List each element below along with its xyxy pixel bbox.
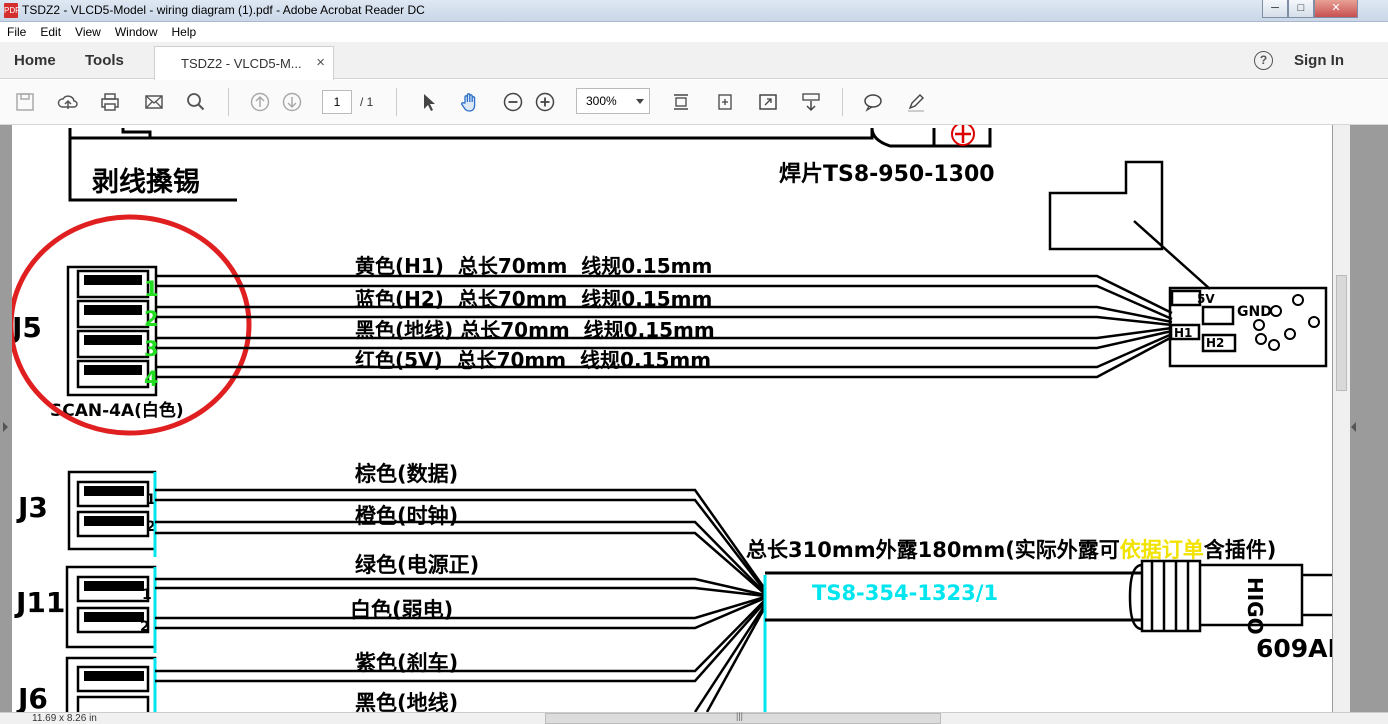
menu-help[interactable]: Help [165,22,204,42]
strip-tin-label: 剥线搡锡 [92,167,200,198]
email-icon[interactable] [142,90,166,114]
sensor-label-5v: 5V [1197,292,1215,306]
search-icon[interactable] [184,90,208,114]
document-tab-label: TSDZ2 - VLCD5-M... [181,56,302,71]
j11-pin-2: 2 [140,619,150,635]
tab-tools[interactable]: Tools [85,52,124,69]
j3-label: J3 [16,491,48,524]
cable-note-part-a: 总长310mm外露180mm(实际外露可 [746,538,1120,562]
print-icon[interactable] [98,90,122,114]
sensor-label-gnd: GND [1237,304,1272,320]
toolbar [0,80,1388,125]
fit-page-icon[interactable] [669,90,693,114]
sensor-label-h2: H2 [1206,336,1224,350]
close-window-button[interactable]: ✕ [1314,0,1358,18]
zoom-value: 300% [586,94,617,108]
zoom-in-icon[interactable] [533,90,557,114]
acrobat-icon: PDF [4,3,20,18]
vertical-scroll-thumb[interactable] [1336,275,1347,391]
help-icon[interactable]: ? [1254,51,1273,70]
menu-edit[interactable]: Edit [33,22,68,42]
sign-in-button[interactable]: Sign In [1294,52,1344,69]
wiring-diagram: 剥线搡锡 焊片TS8-950-1300 J5 1 2 3 4 SCAN-4A(白… [12,125,1332,712]
j11-pin-1: 1 [142,587,152,603]
previous-page-icon[interactable] [248,90,272,114]
vertical-scrollbar[interactable] [1333,125,1350,712]
pdf-page: 剥线搡锡 焊片TS8-950-1300 J5 1 2 3 4 SCAN-4A(白… [12,125,1332,712]
toolbar-separator [396,88,397,116]
full-screen-icon[interactable] [756,90,780,114]
toolbar-separator [842,88,843,116]
cable-note-part-c: 含插件) [1204,538,1277,562]
j6-wire-2-label: 黑色(地线) [355,691,458,712]
scroll-mode-icon[interactable] [799,90,823,114]
maximize-button[interactable]: □ [1288,0,1314,18]
cloud-upload-icon[interactable] [56,90,80,114]
right-pane-toggle-icon[interactable] [1351,422,1356,432]
j5-pin-4: 4 [144,367,159,391]
select-cursor-icon[interactable] [416,90,440,114]
document-view: 剥线搡锡 焊片TS8-950-1300 J5 1 2 3 4 SCAN-4A(白… [0,125,1388,712]
toolbar-separator [228,88,229,116]
sensor-label-h1: H1 [1174,326,1192,340]
zoom-out-icon[interactable] [501,90,525,114]
menu-bar: File Edit View Window Help [0,22,1388,42]
window-title: TSDZ2 - VLCD5-Model - wiring diagram (1)… [22,3,425,17]
j5-wire-4-label: 红色(5V) 总长70mm 线规0.15mm [355,348,711,372]
title-bar: PDF TSDZ2 - VLCD5-Model - wiring diagram… [0,0,1388,22]
comment-icon[interactable] [861,90,885,114]
j5-pin-2: 2 [144,307,159,331]
hand-tool-icon[interactable] [458,90,482,114]
tab-bar: Home Tools TSDZ2 - VLCD5-M... × [0,42,1388,80]
j5-wire-1-label: 黄色(H1) 总长70mm 线规0.15mm [355,254,712,278]
zoom-select[interactable]: 300% [576,88,650,114]
tab-document[interactable]: TSDZ2 - VLCD5-M... × [154,46,334,80]
page-size-label: 11.69 x 8.26 in [32,713,97,724]
menu-file[interactable]: File [0,22,33,42]
j5-wire-2-label: 蓝色(H2) 总长70mm 线规0.15mm [355,287,712,311]
higo-connector-code: HIGO [1243,577,1267,635]
close-tab-icon[interactable]: × [316,54,325,71]
scroll-grip: ||| [736,711,744,721]
minimize-button[interactable]: ─ [1262,0,1288,18]
cable-length-note: 总长310mm外露180mm(实际外露可依据订单含插件) [746,538,1276,562]
page-total: / 1 [360,95,374,109]
menu-view[interactable]: View [68,22,108,42]
j11-wire-2-label: 白色(弱电) [350,598,453,622]
horizontal-scroll-thumb[interactable]: ||| [545,711,941,724]
left-pane-toggle-icon[interactable] [3,422,8,432]
tab-home[interactable]: Home [14,52,56,69]
save-icon[interactable] [13,90,37,114]
j11-label: J11 [14,586,65,619]
j5-wire-3-label: 黑色(地线) 总长70mm 线规0.15mm [355,318,715,342]
j6-label: J6 [16,682,48,712]
page-number-input[interactable]: 1 [322,90,352,114]
connector-model: 609AM [1256,634,1332,663]
j11-wire-1-label: 绿色(电源正) [355,553,479,577]
rotate-page-icon[interactable] [713,90,737,114]
cable-part-number: TS8-354-1323/1 [812,581,998,605]
j5-pin-1: 1 [144,277,159,301]
j3-wire-2-label: 橙色(时钟) [355,504,458,528]
chevron-down-icon [636,99,644,104]
cable-note-part-b: 依据订单 [1120,538,1204,562]
j3-wire-1-label: 棕色(数据) [355,462,458,486]
next-page-icon[interactable] [280,90,304,114]
menu-window[interactable]: Window [108,22,165,42]
highlight-pen-icon[interactable] [904,90,928,114]
solder-tab-label: 焊片TS8-950-1300 [779,162,995,187]
j6-wire-1-label: 紫色(刹车) [355,651,458,675]
j5-label: J5 [12,311,42,344]
